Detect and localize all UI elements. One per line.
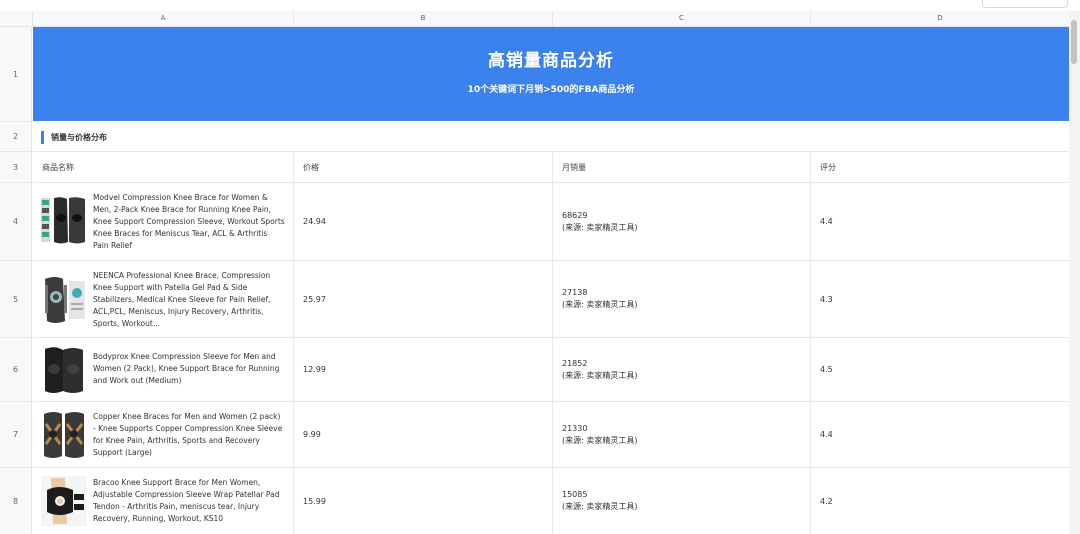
table-row: Bracoo Knee Support Brace for Men Women,… bbox=[33, 468, 1069, 534]
sales-source: (来源: 卖家精灵工具) bbox=[562, 435, 638, 445]
black-knee-sleeve-icon bbox=[45, 347, 83, 393]
sales-cell[interactable]: 21852 (来源: 卖家精灵工具) bbox=[553, 338, 811, 401]
knee-brace-gel-pad-icon bbox=[45, 277, 85, 323]
row-header-6[interactable]: 6 bbox=[0, 338, 32, 402]
column-header-d[interactable]: D bbox=[811, 11, 1069, 26]
row-header-3[interactable]: 3 bbox=[0, 152, 32, 183]
report-title: 高销量商品分析 bbox=[488, 51, 614, 71]
table-row: Bodyprox Knee Compression Sleeve for Men… bbox=[33, 338, 1069, 402]
rating-cell[interactable]: 4.2 bbox=[811, 468, 1069, 534]
knee-sleeve-pack-icon bbox=[41, 197, 85, 244]
toolbar-button[interactable] bbox=[982, 0, 1068, 8]
sales-value: 21330 bbox=[562, 423, 588, 433]
scrollbar-thumb[interactable] bbox=[1071, 20, 1077, 64]
row-header-1[interactable]: 1 bbox=[0, 27, 32, 122]
header-price[interactable]: 价格 bbox=[294, 152, 553, 182]
sales-source: (来源: 卖家精灵工具) bbox=[562, 502, 638, 511]
price-cell[interactable]: 9.99 bbox=[294, 402, 553, 467]
product-name: NEENCA Professional Knee Brace, Compress… bbox=[93, 271, 271, 328]
column-header-bar: A B C D bbox=[0, 11, 1069, 27]
report-subtitle: 10个关键词下月销>500的FBA商品分析 bbox=[467, 85, 635, 95]
copper-knee-sleeve-icon bbox=[44, 412, 84, 458]
header-rating[interactable]: 评分 bbox=[811, 152, 1069, 182]
column-header-a[interactable]: A bbox=[33, 11, 294, 26]
product-name: Bodyprox Knee Compression Sleeve for Men… bbox=[93, 352, 280, 385]
product-name: Modvel Compression Knee Brace for Women … bbox=[93, 193, 285, 250]
sales-source: (来源: 卖家精灵工具) bbox=[562, 370, 638, 380]
rating-cell[interactable]: 4.5 bbox=[811, 338, 1069, 401]
report-banner[interactable]: 高销量商品分析 10个关键词下月销>500的FBA商品分析 bbox=[33, 27, 1069, 121]
sales-value: 68629 bbox=[562, 210, 588, 220]
sales-cell[interactable]: 21330 (来源: 卖家精灵工具) bbox=[553, 402, 811, 467]
table-row: NEENCA Professional Knee Brace, Compress… bbox=[33, 261, 1069, 338]
row-header-7[interactable]: 7 bbox=[0, 402, 32, 468]
sales-source: (来源: 卖家精灵工具) bbox=[562, 222, 638, 232]
product-name: Copper Knee Braces for Men and Women (2 … bbox=[93, 412, 283, 457]
sales-cell[interactable]: 15085 (来源: 卖家精灵工具) bbox=[553, 468, 811, 534]
section-title: 销量与价格分布 bbox=[51, 133, 107, 142]
wrap-knee-support-icon bbox=[41, 476, 87, 526]
price-cell[interactable]: 24.94 bbox=[294, 183, 553, 260]
table-header-row: 商品名称 价格 月销量 评分 bbox=[33, 152, 1069, 183]
sales-cell[interactable]: 68629 (来源: 卖家精灵工具) bbox=[553, 183, 811, 260]
rating-cell[interactable]: 4.3 bbox=[811, 261, 1069, 337]
sales-value: 21852 bbox=[562, 358, 588, 368]
row-header-8[interactable]: 8 bbox=[0, 468, 32, 534]
row-header-2[interactable]: 2 bbox=[0, 122, 32, 152]
section-accent-bar bbox=[41, 131, 44, 144]
select-all-corner[interactable] bbox=[0, 11, 33, 26]
header-monthly-sales[interactable]: 月销量 bbox=[553, 152, 811, 182]
rating-cell[interactable]: 4.4 bbox=[811, 183, 1069, 260]
product-cell[interactable]: NEENCA Professional Knee Brace, Compress… bbox=[33, 261, 294, 337]
product-cell[interactable]: Modvel Compression Knee Brace for Women … bbox=[33, 183, 294, 260]
product-cell[interactable]: Bodyprox Knee Compression Sleeve for Men… bbox=[33, 338, 294, 401]
vertical-scrollbar[interactable] bbox=[1069, 11, 1080, 534]
sales-source: (来源: 卖家精灵工具) bbox=[562, 300, 638, 309]
column-header-c[interactable]: C bbox=[553, 11, 811, 26]
sales-value: 27138 bbox=[562, 288, 588, 297]
header-product-name[interactable]: 商品名称 bbox=[33, 152, 294, 182]
sales-value: 15085 bbox=[562, 490, 588, 499]
product-cell[interactable]: Copper Knee Braces for Men and Women (2 … bbox=[33, 402, 294, 467]
product-name: Bracoo Knee Support Brace for Men Women,… bbox=[93, 478, 280, 523]
rating-cell[interactable]: 4.4 bbox=[811, 402, 1069, 467]
price-cell[interactable]: 25.97 bbox=[294, 261, 553, 337]
price-cell[interactable]: 15.99 bbox=[294, 468, 553, 534]
product-cell[interactable]: Bracoo Knee Support Brace for Men Women,… bbox=[33, 468, 294, 534]
price-cell[interactable]: 12.99 bbox=[294, 338, 553, 401]
sales-cell[interactable]: 27138 (来源: 卖家精灵工具) bbox=[553, 261, 811, 337]
row-header-4[interactable]: 4 bbox=[0, 183, 32, 261]
table-row: Copper Knee Braces for Men and Women (2 … bbox=[33, 402, 1069, 468]
table-row: Modvel Compression Knee Brace for Women … bbox=[33, 183, 1069, 261]
section-header[interactable]: 销量与价格分布 bbox=[33, 122, 1069, 152]
column-header-b[interactable]: B bbox=[294, 11, 553, 26]
row-header-5[interactable]: 5 bbox=[0, 261, 32, 338]
